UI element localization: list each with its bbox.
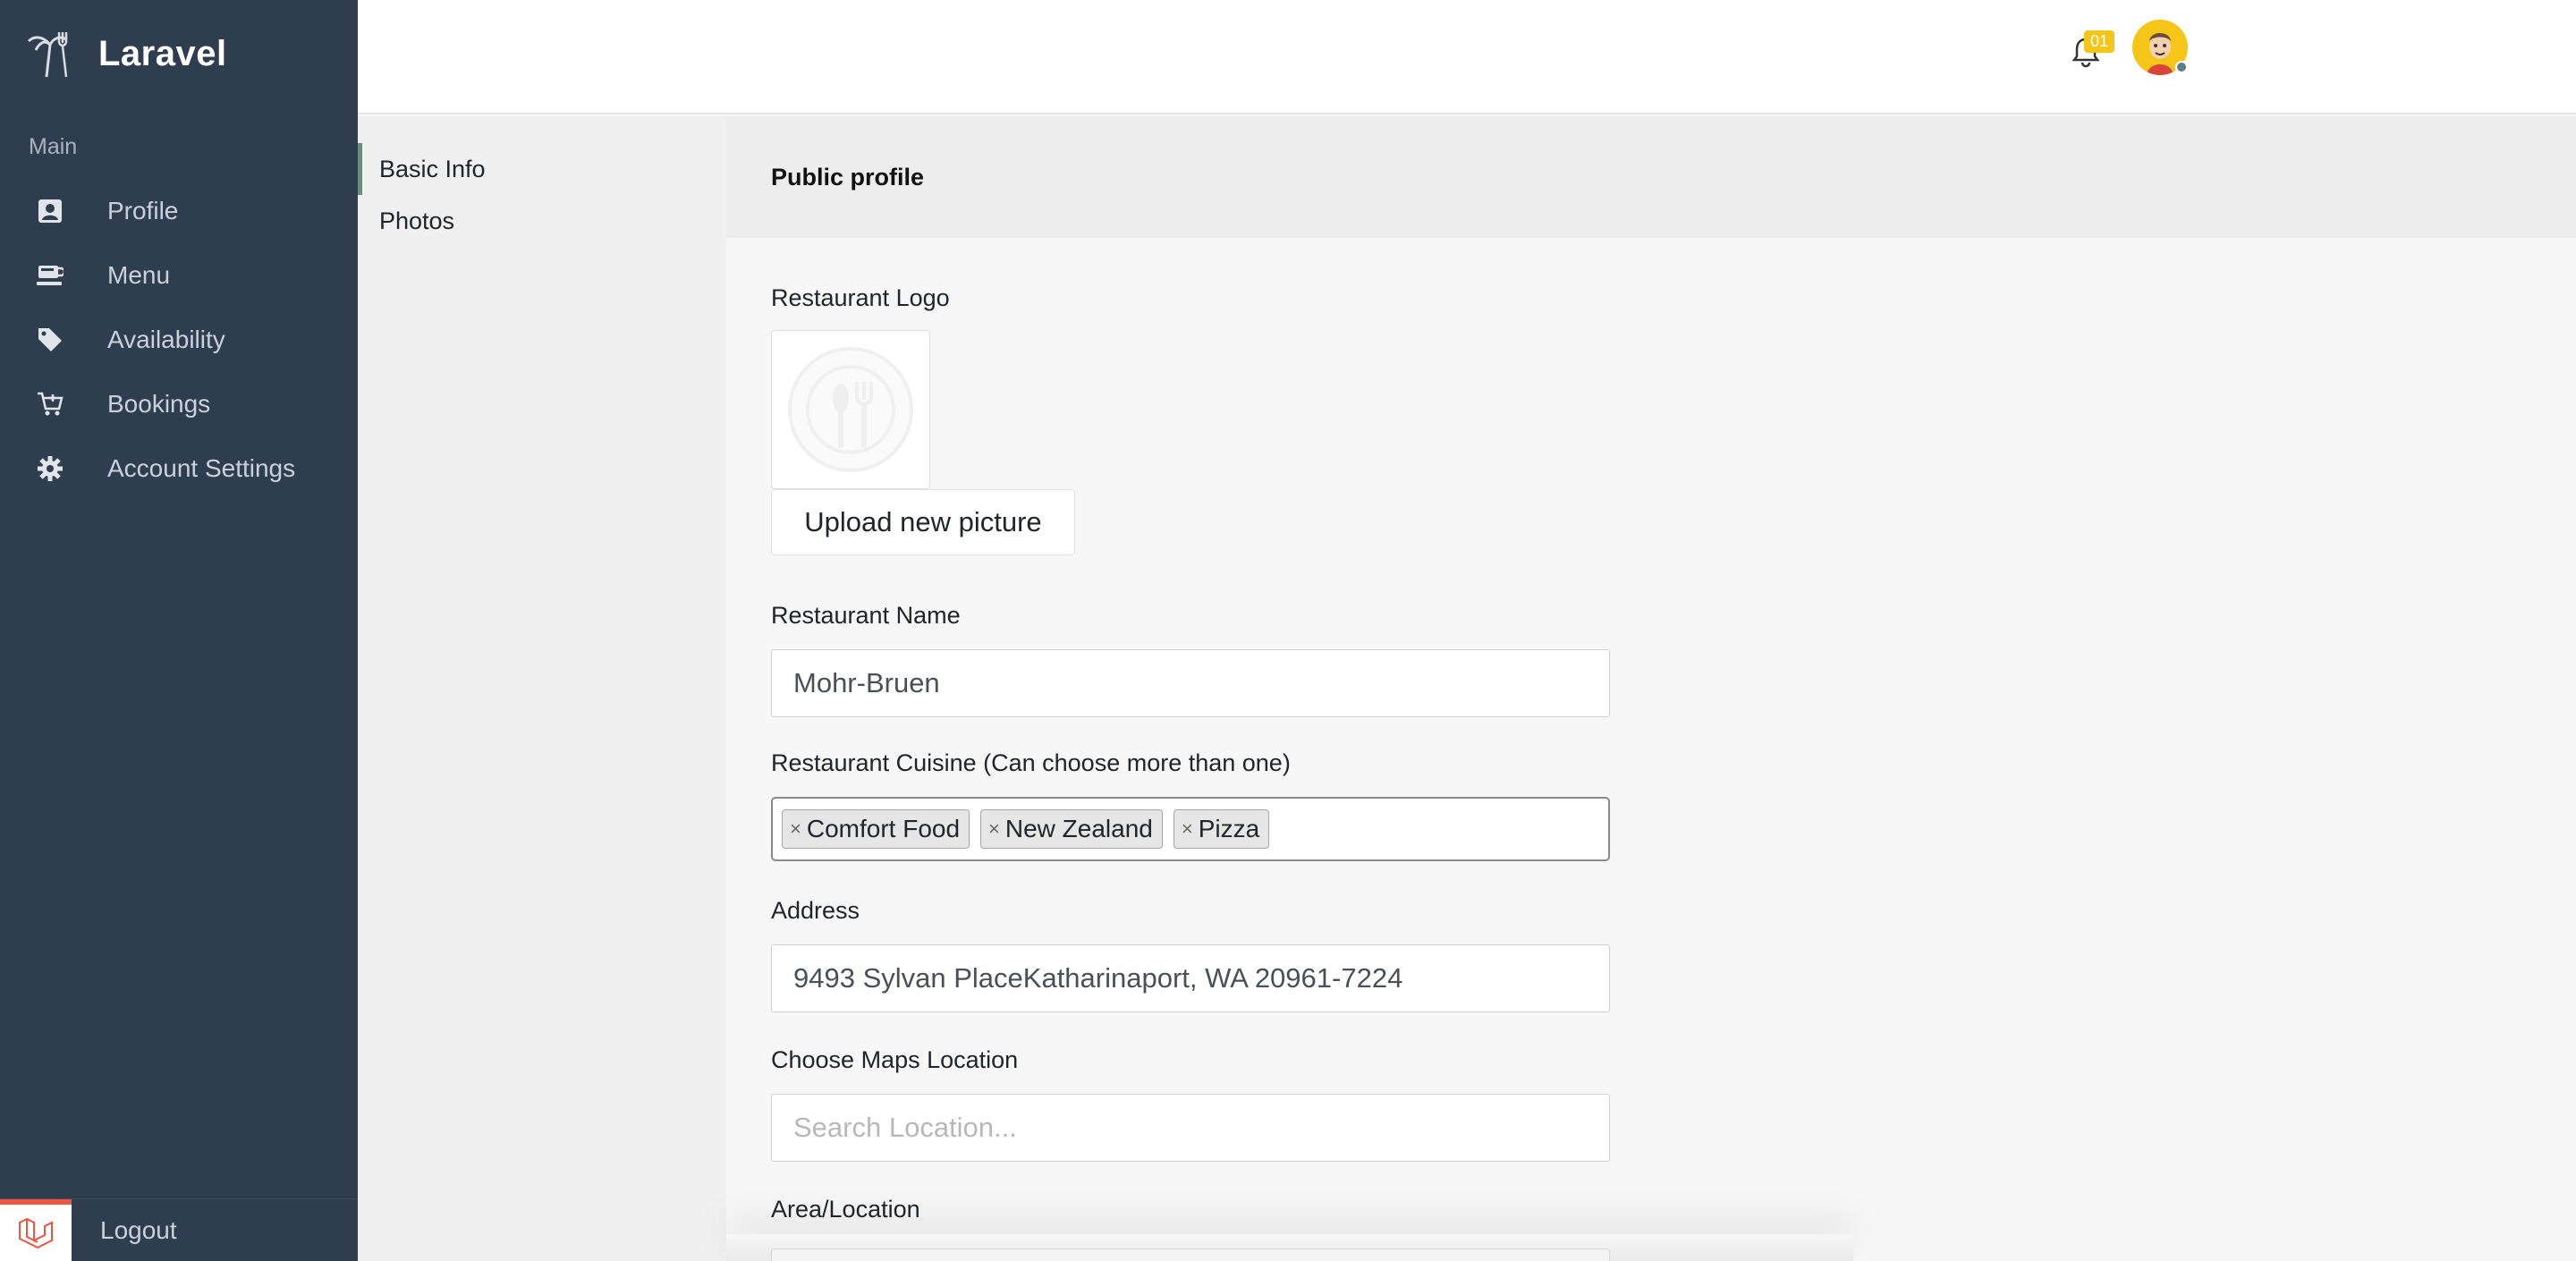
cuisine-tag: × New Zealand [980,809,1163,849]
cart-icon [36,390,64,419]
maps-location-label: Choose Maps Location [771,1046,1019,1073]
topbar [358,0,2576,114]
upload-picture-button[interactable]: Upload new picture [771,489,1075,555]
brand[interactable]: Laravel [0,0,358,107]
cuisine-tag: × Comfort Food [782,809,970,849]
address-label: Address [771,897,860,924]
sidebar-item-label: Profile [107,197,179,224]
gear-icon [36,454,64,483]
restaurant-name-input[interactable] [771,649,1610,717]
remove-tag-icon[interactable]: × [988,817,1000,841]
contact-card-icon [36,197,64,225]
main-panel: Public profile Restaurant Logo Upload ne… [726,116,2576,1261]
sidebar-item-profile[interactable]: Profile [0,179,358,243]
subnav-item-basic-info[interactable]: Basic Info [358,143,726,195]
sidebar-nav: Profile Menu Availability Bookings Accou… [0,179,358,501]
panel-header: Public profile [726,116,2576,238]
profile-form: Restaurant Logo Upload new picture Resta… [771,284,1612,1223]
laravel-logo-icon [0,1198,72,1261]
tag-label: Comfort Food [806,815,961,842]
cuisine-label: Restaurant Cuisine (Can choose more than… [771,749,1291,776]
brand-name: Laravel [98,33,227,73]
area-location-input[interactable] [771,1248,1610,1261]
restaurant-placeholder-icon [788,347,913,472]
sidebar-item-account-settings[interactable]: Account Settings [0,436,358,501]
sidebar-item-label: Bookings [107,390,211,418]
sidebar-item-bookings[interactable]: Bookings [0,372,358,436]
subnav-item-photos[interactable]: Photos [358,195,726,247]
sidebar-section-label: Main [29,134,78,159]
panel-title: Public profile [771,163,925,190]
notification-badge: 01 [2084,30,2115,53]
logo-preview [771,330,930,489]
sidebar: Laravel Main Profile Menu Availability B… [0,0,358,1261]
sidebar-item-availability[interactable]: Availability [0,308,358,372]
remove-tag-icon[interactable]: × [1182,817,1193,841]
coffee-cup-icon [36,261,64,290]
area-location-label: Area/Location [771,1196,920,1223]
logout-label: Logout [100,1215,177,1244]
sidebar-item-label: Availability [107,326,225,353]
sidebar-item-menu[interactable]: Menu [0,243,358,308]
tag-label: New Zealand [1004,815,1153,842]
restaurant-name-label: Restaurant Name [771,602,961,629]
tag-label: Pizza [1198,815,1260,842]
sidebar-item-label: Account Settings [107,454,296,482]
cuisine-tags-input[interactable]: × Comfort Food × New Zealand × Pizza [771,797,1610,861]
logout-button[interactable]: Logout [0,1198,358,1261]
address-input[interactable] [771,944,1610,1012]
cuisine-tag: × Pizza [1173,809,1270,849]
tags-icon [36,326,64,354]
maps-search-input[interactable] [771,1094,1610,1162]
sidebar-item-label: Menu [107,261,171,289]
palm-fork-logo-icon [27,32,68,78]
remove-tag-icon[interactable]: × [790,817,801,841]
status-indicator [2175,61,2188,73]
profile-subnav: Basic Info Photos [358,116,726,1261]
logo-label: Restaurant Logo [771,284,950,311]
